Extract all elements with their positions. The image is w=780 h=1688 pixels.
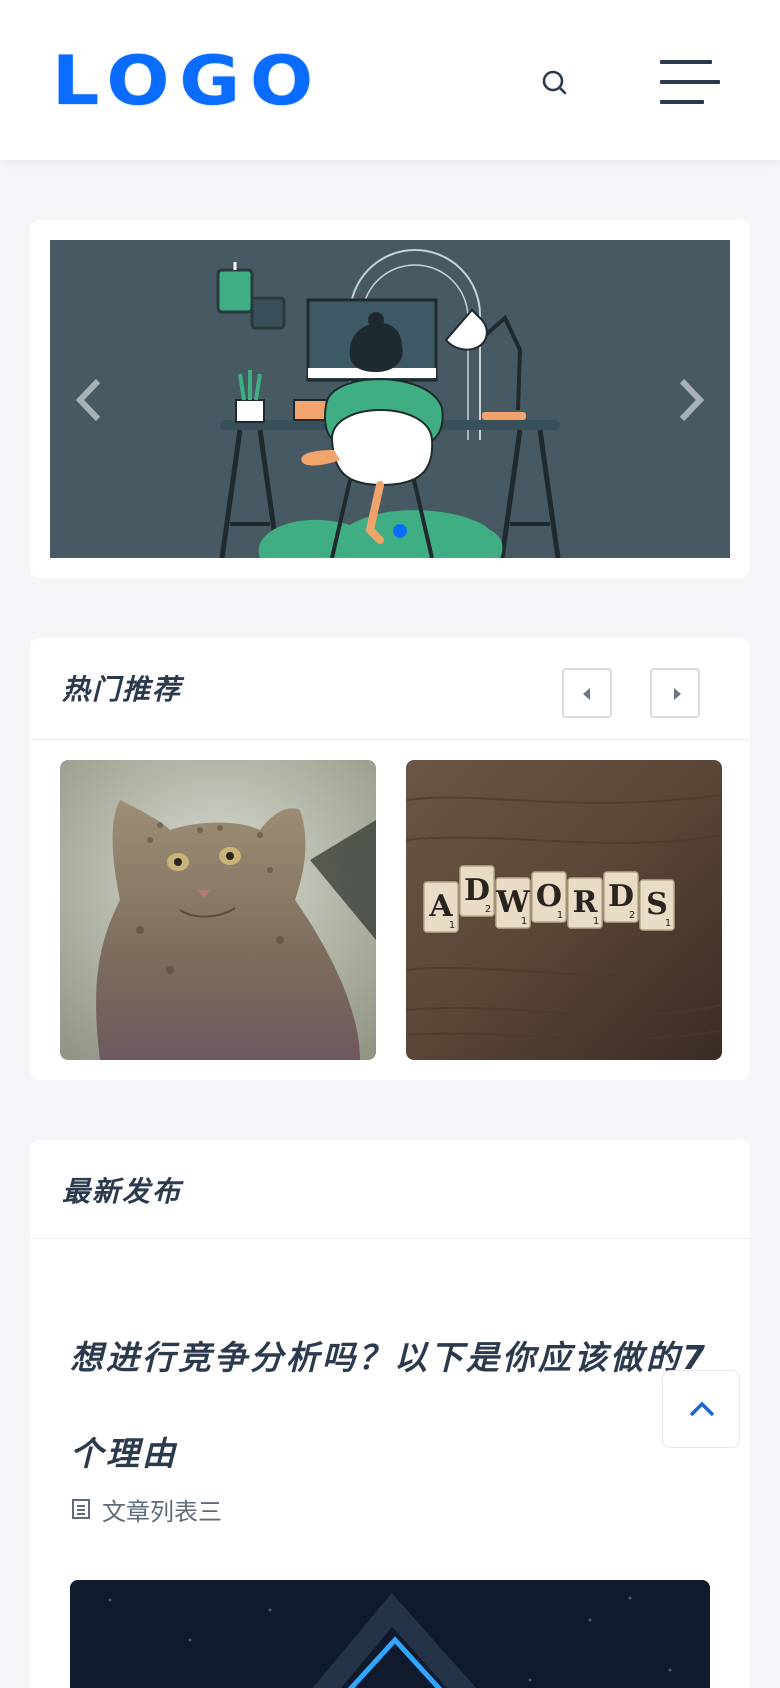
hamburger-menu-line (660, 100, 704, 104)
section-title: 最新发布 (62, 1175, 183, 1208)
tile-score: 2 (629, 910, 635, 921)
menu-button[interactable] (656, 58, 720, 108)
tile-score: 1 (557, 910, 563, 921)
article-category-label: 文章列表三 (102, 1498, 222, 1526)
back-to-top-button[interactable] (662, 1370, 740, 1448)
tile-score: 2 (485, 904, 491, 915)
letter-tile: R1 (567, 877, 603, 929)
letter-tile: D2 (459, 865, 495, 917)
hot-recommend-section: 热门推荐 A 1 D 2 W 1 O 1 R 1 D 2 S 1 (30, 638, 750, 1080)
tile-letter: D (608, 879, 634, 914)
workspace-illustration (50, 240, 730, 558)
banner-slide-image[interactable] (50, 240, 730, 558)
section-header: 最新发布 (30, 1140, 750, 1239)
hamburger-menu-icon (660, 60, 712, 64)
adwords-tiles-photo: A1D2 W1O1 R1D2 S1 (406, 760, 722, 1060)
chevron-up-icon (689, 1401, 715, 1417)
tile-letter: O (536, 879, 562, 914)
article-thumbnail[interactable] (70, 1580, 710, 1688)
tile-score: 1 (449, 920, 455, 931)
chevron-left-icon (75, 378, 101, 422)
cat-photo (60, 760, 376, 1060)
caret-right-icon (674, 688, 681, 700)
article-thumbnail-image (70, 1580, 710, 1688)
recommend-item-adwords[interactable]: A1D2W1O1R1D2S1 (406, 760, 722, 1060)
recommend-item-cat[interactable] (60, 760, 376, 1060)
document-list-icon (72, 1499, 90, 1519)
hot-next-button[interactable] (650, 668, 700, 718)
tile-score: 1 (521, 916, 527, 927)
section-title: 热门推荐 (62, 673, 183, 706)
tile-score: 1 (593, 916, 599, 927)
section-header: 热门推荐 (30, 638, 750, 740)
hot-prev-button[interactable] (562, 668, 612, 718)
banner-prev-button[interactable] (70, 375, 110, 425)
letter-tile: A1 (423, 881, 459, 933)
letter-tile: S1 (639, 879, 675, 931)
site-header: LOGO (0, 0, 780, 160)
letter-tile: D2 (603, 871, 639, 923)
chevron-right-icon (679, 378, 705, 422)
letter-tile: W1 (495, 877, 531, 929)
tile-letter: S (646, 887, 668, 922)
banner-next-button[interactable] (670, 375, 710, 425)
site-logo[interactable]: LOGO (52, 47, 323, 115)
tile-letter: A (428, 889, 453, 924)
search-icon (542, 70, 567, 95)
banner-carousel (30, 220, 750, 578)
article-title-link[interactable]: 想进行竞争分析吗？以下是你应该做的7个理由 (70, 1310, 710, 1502)
tile-letter: R (573, 885, 599, 920)
hamburger-menu-line (660, 80, 720, 84)
tile-score: 1 (665, 918, 671, 929)
latest-posts-section: 最新发布 想进行竞争分析吗？以下是你应该做的7个理由 文章列表三 (30, 1140, 750, 1688)
tile-letter: W (495, 885, 531, 920)
caret-left-icon (583, 688, 590, 700)
banner-pagination-dot[interactable] (393, 524, 407, 538)
tile-letter: D (464, 873, 490, 908)
search-button[interactable] (540, 68, 570, 98)
letter-tile: O1 (531, 871, 567, 923)
